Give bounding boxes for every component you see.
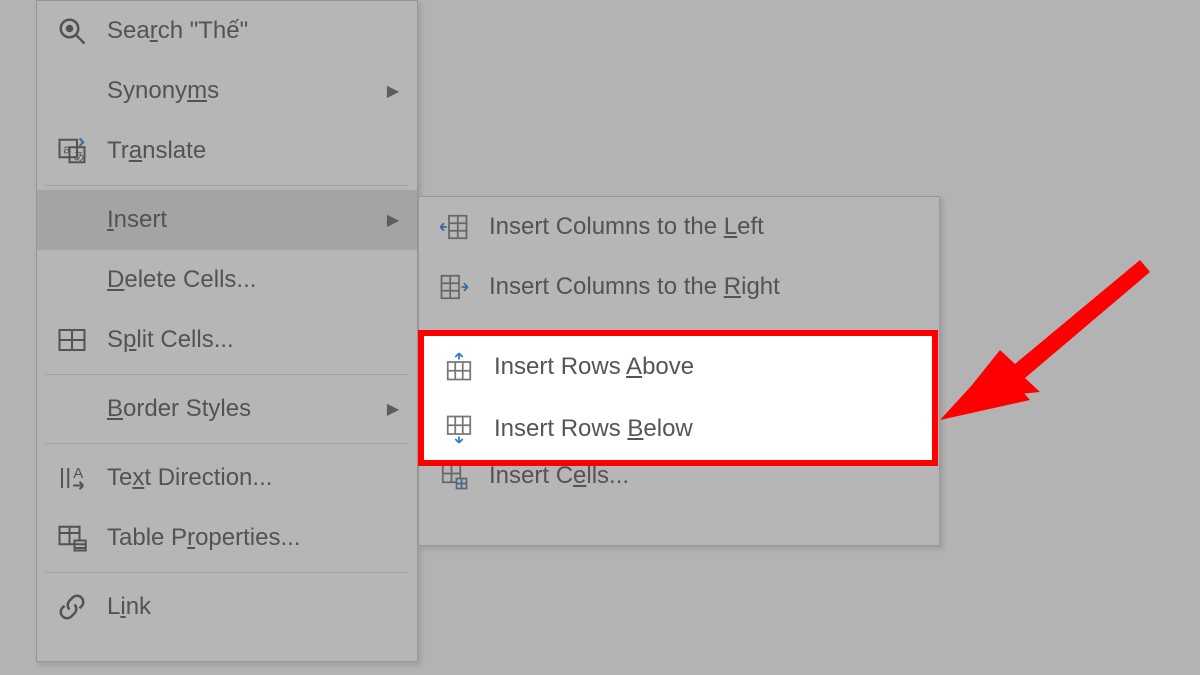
submenu-item-insert-columns-right[interactable]: Insert Columns to the Right — [419, 257, 939, 317]
menu-item-synonyms[interactable]: Synonyms ▶ — [37, 61, 417, 121]
search-icon — [37, 16, 107, 46]
insert-row-below-icon — [419, 392, 489, 422]
svg-text:あ: あ — [73, 150, 84, 163]
menu-item-split-cells[interactable]: Split Cells... — [37, 310, 417, 370]
menu-label: Insert Cells... — [489, 462, 925, 490]
insert-row-above-icon — [419, 332, 489, 362]
menu-label: Split Cells... — [107, 326, 403, 354]
submenu-item-insert-rows-below[interactable]: Insert Rows Below — [419, 377, 939, 437]
menu-label: Border Styles — [107, 395, 383, 423]
menu-label: Text Direction... — [107, 464, 403, 492]
insert-submenu: Insert Columns to the Left Insert Column… — [418, 196, 940, 546]
app-stage: { "context_menu": { "items": [ { "id":"s… — [0, 0, 1200, 675]
split-cells-icon — [37, 325, 107, 355]
menu-label: Insert Rows Below — [489, 393, 925, 421]
link-icon — [37, 592, 107, 622]
translate-icon: aあ — [37, 136, 107, 166]
chevron-right-icon: ▶ — [383, 81, 403, 101]
text-direction-icon: A — [37, 463, 107, 493]
table-properties-icon — [37, 523, 107, 553]
insert-cells-icon — [419, 461, 489, 491]
menu-label: Insert Columns to the Left — [489, 213, 925, 241]
menu-item-link[interactable]: Link — [37, 577, 417, 637]
menu-item-insert[interactable]: Insert ▶ — [37, 190, 417, 250]
separator — [45, 374, 409, 375]
context-menu: Search "Thế" Synonyms ▶ aあ Translate Ins… — [36, 0, 418, 662]
menu-label: Synonyms — [107, 77, 383, 105]
menu-item-table-properties[interactable]: Table Properties... — [37, 508, 417, 568]
menu-label: Insert — [107, 206, 383, 234]
menu-label: Insert Columns to the Right — [489, 273, 925, 301]
separator — [45, 443, 409, 444]
menu-item-border-styles[interactable]: Border Styles ▶ — [37, 379, 417, 439]
menu-label: Translate — [107, 137, 403, 165]
svg-text:A: A — [73, 465, 83, 482]
menu-item-delete-cells[interactable]: Delete Cells... — [37, 250, 417, 310]
menu-label: Insert Rows Above — [489, 333, 925, 361]
menu-item-text-direction[interactable]: A Text Direction... — [37, 448, 417, 508]
chevron-right-icon: ▶ — [383, 399, 403, 419]
annotation-arrow — [940, 260, 1160, 440]
menu-label: Delete Cells... — [107, 266, 403, 294]
chevron-right-icon: ▶ — [383, 210, 403, 230]
insert-col-left-icon — [419, 212, 489, 242]
submenu-item-insert-columns-left[interactable]: Insert Columns to the Left — [419, 197, 939, 257]
menu-item-translate[interactable]: aあ Translate — [37, 121, 417, 181]
separator — [427, 441, 931, 442]
menu-label: Table Properties... — [107, 524, 403, 552]
submenu-item-insert-cells[interactable]: Insert Cells... — [419, 446, 939, 506]
menu-item-search[interactable]: Search "Thế" — [37, 1, 417, 61]
menu-label: Link — [107, 593, 403, 621]
insert-col-right-icon — [419, 272, 489, 302]
separator — [45, 185, 409, 186]
separator — [45, 572, 409, 573]
submenu-item-insert-rows-above[interactable]: Insert Rows Above — [419, 317, 939, 377]
menu-label: Search "Thế" — [107, 17, 403, 45]
